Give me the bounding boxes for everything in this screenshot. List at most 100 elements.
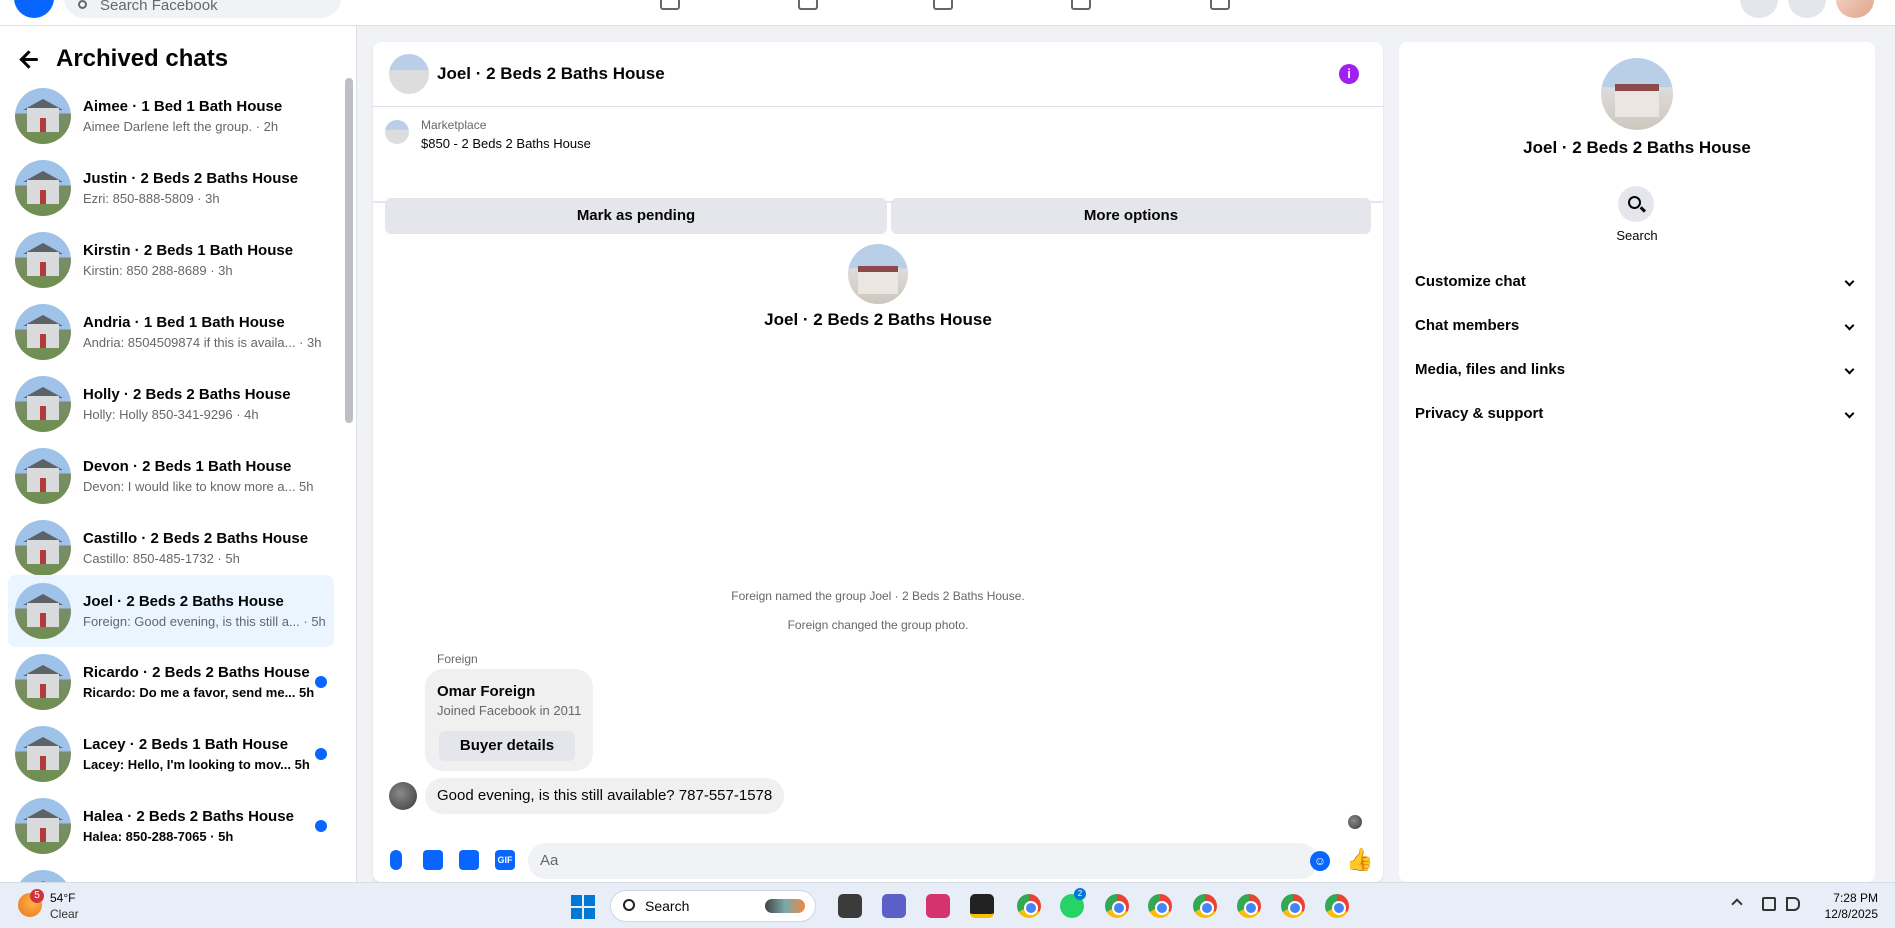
chat-details-name: Joel · 2 Beds 2 Baths House xyxy=(1523,138,1751,157)
search-highlight-icon xyxy=(765,899,805,913)
friends-nav-icon[interactable] xyxy=(798,0,818,10)
privacy-support-section[interactable]: Privacy & support xyxy=(1415,396,1859,432)
conversation-panel: Joel · 2 Beds 2 Baths House i Marketplac… xyxy=(373,42,1383,882)
weather-temperature[interactable]: 54°F xyxy=(50,891,75,905)
video-nav-icon[interactable] xyxy=(933,0,953,10)
search-in-chat-button[interactable] xyxy=(1618,186,1654,222)
chat-list-item-selected[interactable]: Joel · 2 Beds 2 Baths House Foreign: Good… xyxy=(8,575,334,647)
chat-title: Holly · 2 Beds 2 Baths House xyxy=(83,386,291,403)
chat-list-item[interactable]: Holly · 2 Beds 2 Baths House Holly: Holly… xyxy=(8,368,334,440)
conversation-title[interactable]: Joel · 2 Beds 2 Baths House xyxy=(437,64,665,84)
teams-icon[interactable] xyxy=(882,894,906,918)
chat-preview: Devon: I would like to know more a... 5h xyxy=(83,479,314,494)
message-input[interactable]: Aa xyxy=(528,843,1318,879)
gaming-nav-icon[interactable] xyxy=(1210,0,1230,10)
weather-badge: 5 xyxy=(30,889,44,903)
sticky-notes-icon[interactable] xyxy=(970,894,994,918)
marketplace-nav-icon[interactable] xyxy=(1071,0,1091,10)
sidebar-header: Archived chats xyxy=(18,42,228,76)
taskbar-date[interactable]: 12/8/2025 xyxy=(1820,907,1878,921)
chrome-profile-icon[interactable] xyxy=(1281,894,1305,918)
chrome-profile-icon[interactable] xyxy=(1105,894,1129,918)
mark-as-pending-button[interactable]: Mark as pending xyxy=(385,198,887,234)
top-navigation-bar: Search Facebook xyxy=(0,0,1895,26)
listing-title[interactable]: $850 - 2 Beds 2 Baths House xyxy=(421,136,591,151)
conversation-avatar[interactable] xyxy=(389,54,429,94)
chat-list-item[interactable]: Castillo · 2 Beds 2 Baths House Castillo:… xyxy=(8,512,334,584)
gif-icon[interactable]: GIF xyxy=(495,850,515,870)
search-icon xyxy=(623,899,635,911)
photo-icon[interactable] xyxy=(423,850,443,870)
message-bubble[interactable]: Good evening, is this still available? 7… xyxy=(425,778,785,814)
home-nav-icon[interactable] xyxy=(660,0,680,10)
section-label: Customize chat xyxy=(1415,273,1526,290)
chrome-icon[interactable] xyxy=(1148,894,1172,918)
listing-thumbnail[interactable] xyxy=(385,120,409,144)
info-icon[interactable]: i xyxy=(1339,64,1359,84)
chat-list-item[interactable]: Devon · 2 Beds 1 Bath House Devon: I woul… xyxy=(8,440,334,512)
chat-avatar xyxy=(15,798,71,854)
chat-list-item[interactable]: Halea · 2 Beds 2 Baths House Halea: 850-2… xyxy=(8,790,334,862)
chat-list-item[interactable]: Justin · 2 Beds 2 Baths House Ezri: 850-8… xyxy=(8,152,334,224)
show-hidden-icons-chevron-icon[interactable] xyxy=(1731,898,1743,910)
chat-avatar xyxy=(15,304,71,360)
chat-avatar xyxy=(15,583,71,639)
menu-grid-icon[interactable] xyxy=(1740,0,1778,18)
taskbar-search-label: Search xyxy=(645,898,690,914)
chat-list-item-partial[interactable] xyxy=(8,862,334,882)
more-options-button[interactable]: More options xyxy=(891,198,1371,234)
buyer-details-button[interactable]: Buyer details xyxy=(439,731,575,761)
chat-members-section[interactable]: Chat members xyxy=(1415,308,1859,344)
group-photo[interactable] xyxy=(848,244,908,304)
chat-list-item[interactable]: Kirstin · 2 Beds 1 Bath House Kirstin: 85… xyxy=(8,224,334,296)
chat-list-item[interactable]: Lacey · 2 Beds 1 Bath House Lacey: Hello,… xyxy=(8,718,334,790)
chat-list-item[interactable]: Andria · 1 Bed 1 Bath House Andria: 85045… xyxy=(8,296,334,368)
unread-dot xyxy=(315,820,327,832)
chat-preview: Andria: 8504509874 if this is availa... … xyxy=(83,335,322,350)
windows-start-icon[interactable] xyxy=(571,895,595,919)
back-arrow-icon[interactable] xyxy=(18,47,42,71)
conversation-header: Joel · 2 Beds 2 Baths House i xyxy=(373,42,1383,107)
chat-preview: Halea: 850-288-7065 · 5h xyxy=(83,829,234,844)
notifications-bell-icon[interactable] xyxy=(1788,0,1826,18)
chat-title: Devon · 2 Beds 1 Bath House xyxy=(83,458,292,475)
facebook-logo-icon[interactable] xyxy=(14,0,54,18)
chrome-profile-icon[interactable] xyxy=(1237,894,1261,918)
volume-icon[interactable] xyxy=(1786,897,1800,911)
sender-avatar[interactable] xyxy=(389,782,417,810)
chrome-icon[interactable] xyxy=(1017,894,1041,918)
chat-list-item[interactable]: Aimee · 1 Bed 1 Bath House Aimee Darlene … xyxy=(8,80,334,152)
customize-chat-section[interactable]: Customize chat xyxy=(1415,264,1859,300)
network-icon[interactable] xyxy=(1762,897,1776,911)
thumbs-up-icon[interactable]: 👍 xyxy=(1346,847,1373,873)
snipping-tool-icon[interactable] xyxy=(926,894,950,918)
facebook-search-input[interactable]: Search Facebook xyxy=(64,0,341,18)
chat-title: Joel · 2 Beds 2 Baths House xyxy=(83,593,284,610)
chat-title: Kirstin · 2 Beds 1 Bath House xyxy=(83,242,294,259)
chat-avatar xyxy=(15,520,71,576)
chat-list-item[interactable]: Ricardo · 2 Beds 2 Baths House Ricardo: D… xyxy=(8,646,334,718)
task-view-icon[interactable] xyxy=(838,894,862,918)
buyer-name: Omar Foreign xyxy=(437,683,536,700)
emoji-icon[interactable]: ☺ xyxy=(1310,851,1330,871)
chat-title: Ricardo · 2 Beds 2 Baths House xyxy=(83,664,310,681)
chat-avatar xyxy=(15,160,71,216)
chevron-down-icon xyxy=(1844,320,1855,331)
account-avatar[interactable] xyxy=(1836,0,1874,18)
media-files-links-section[interactable]: Media, files and links xyxy=(1415,352,1859,388)
weather-condition[interactable]: Clear xyxy=(50,907,79,921)
chat-preview: Holly: Holly 850-341-9296 · 4h xyxy=(83,407,259,422)
sidebar-scrollbar[interactable] xyxy=(345,78,353,423)
sticker-icon[interactable] xyxy=(459,850,479,870)
taskbar-search[interactable]: Search xyxy=(610,890,816,922)
taskbar-time[interactable]: 7:28 PM xyxy=(1830,891,1878,905)
group-name: Joel · 2 Beds 2 Baths House xyxy=(764,310,992,329)
chrome-profile-icon[interactable] xyxy=(1325,894,1349,918)
chevron-down-icon xyxy=(1844,276,1855,287)
chrome-profile-icon[interactable] xyxy=(1193,894,1217,918)
microphone-icon[interactable] xyxy=(390,850,402,870)
section-label: Chat members xyxy=(1415,317,1520,334)
buyer-profile-card: Omar Foreign Joined Facebook in 2011 Buy… xyxy=(425,669,593,771)
unread-dot xyxy=(315,676,327,688)
chat-details-avatar[interactable] xyxy=(1601,58,1673,130)
